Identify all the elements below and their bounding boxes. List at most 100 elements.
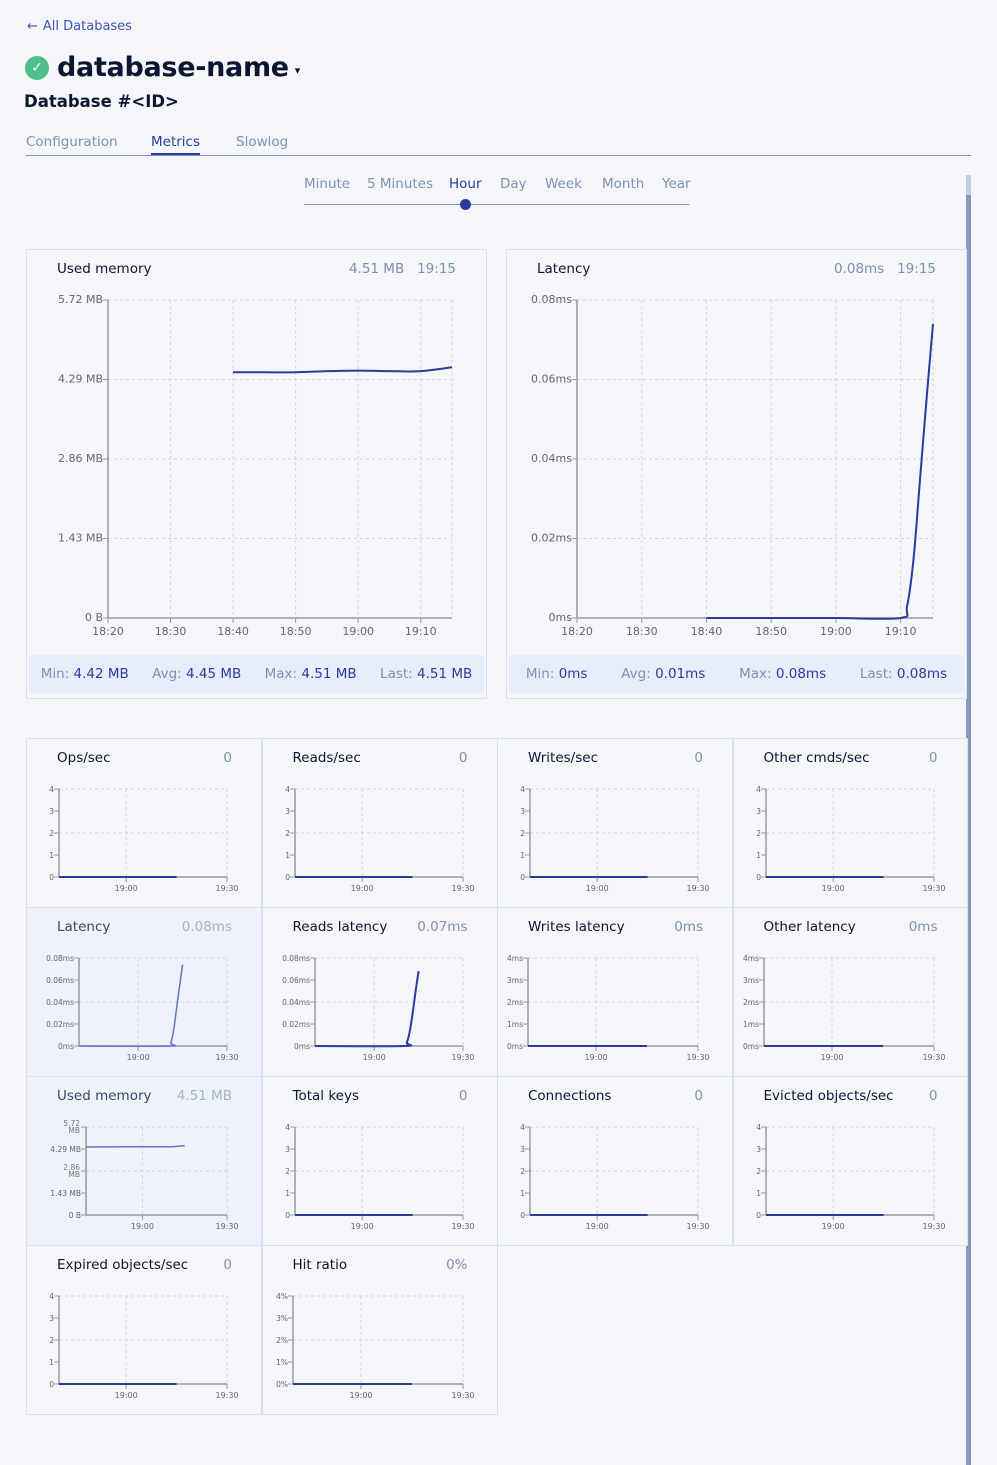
database-title-row: ✓ database-name ▾ <box>25 52 300 83</box>
metric-card-value: 0 <box>458 1088 468 1104</box>
y-tick-label: 3 <box>520 1145 525 1154</box>
y-tick-label: 0.06ms <box>531 373 572 386</box>
y-tick-label: 1 <box>285 851 290 860</box>
y-tick-label: 1.43 MB <box>50 1189 81 1198</box>
metric-card: Writes latency 0ms 0ms 1ms 2ms 3ms 4ms 19:00 19:… <box>497 907 733 1077</box>
range-option-year[interactable]: Year <box>662 176 691 192</box>
metric-card: Evicted objects/sec 0 0 1 2 3 4 19:00 19:30 <box>732 1076 968 1246</box>
x-tick-label: 19:00 <box>820 1053 843 1062</box>
y-tick-label: 0 <box>520 1211 525 1220</box>
y-tick-label: 2 <box>756 1167 761 1176</box>
range-option-week[interactable]: Week <box>545 176 582 192</box>
back-to-all-databases-link[interactable]: ← All Databases <box>27 19 132 34</box>
y-tick-label: 1 <box>756 851 761 860</box>
x-tick-label: 19:30 <box>215 1053 238 1062</box>
y-tick-label: 0.02ms <box>531 532 572 545</box>
y-tick-label: 3 <box>285 1145 290 1154</box>
range-track[interactable] <box>304 204 689 205</box>
metric-chart: 0% 1% 2% 3% 4% 19:00 19:30 <box>276 1292 474 1400</box>
y-tick-label: 4ms <box>743 954 759 963</box>
y-tick-label: 4 <box>756 785 761 794</box>
series-line <box>78 964 184 1047</box>
latency-chart: 0ms 0.02ms 0.04ms 0.06ms 0.08ms 18:20 18:30 18:… <box>531 293 934 638</box>
x-tick-label: 18:30 <box>155 625 187 638</box>
metric-card: Expired objects/sec 0 0 1 2 3 4 19:00 19:30 <box>26 1245 262 1415</box>
used-memory-chart: 0 B 1.43 MB 2.86 MB 4.29 MB 5.72 MB 18:20 18:3… <box>58 293 453 638</box>
x-tick-label: 19:00 <box>115 1391 138 1400</box>
x-tick-label: 19:00 <box>362 1053 385 1062</box>
range-option-hour[interactable]: Hour <box>449 176 482 192</box>
x-tick-label: 18:50 <box>280 625 312 638</box>
x-tick-label: 19:00 <box>586 884 609 893</box>
x-tick-label: 19:30 <box>451 1391 474 1400</box>
metric-card-value: 0.08ms <box>181 919 232 935</box>
y-tick-label: 0.06ms <box>46 976 74 985</box>
range-option-month[interactable]: Month <box>602 176 644 192</box>
metric-card-title: Reads/sec <box>292 750 361 766</box>
stat-max: Max: 4.51 MB <box>264 666 357 682</box>
y-tick-label: 4 <box>520 785 525 794</box>
y-tick-label: 4 <box>49 785 54 794</box>
y-tick-label: 0ms <box>507 1042 523 1051</box>
metric-card-title: Hit ratio <box>292 1257 348 1273</box>
x-tick-label: 18:20 <box>92 625 124 638</box>
database-id: Database #<ID> <box>24 92 179 111</box>
y-tick-label: 0ms <box>294 1042 310 1051</box>
y-tick-label: 4 <box>756 1123 761 1132</box>
metric-card-title: Used memory <box>57 1088 152 1104</box>
y-tick-label: 4 <box>285 1123 290 1132</box>
x-tick-label: 19:00 <box>350 884 373 893</box>
y-tick-label: 2ms <box>507 998 523 1007</box>
y-tick-label: 1 <box>520 851 525 860</box>
y-tick-label: 0.04ms <box>531 452 572 465</box>
tab-slowlog[interactable]: Slowlog <box>236 134 288 153</box>
chevron-down-icon[interactable]: ▾ <box>295 64 301 77</box>
metric-card-title: Total keys <box>292 1088 360 1104</box>
y-tick-label: 4.29 MB <box>58 373 103 386</box>
metric-chart: 0ms 1ms 2ms 3ms 4ms 19:00 19:30 <box>743 954 946 1062</box>
latency-chart-card: Latency 0.08ms 19:15 0ms 0.02ms 0.04ms 0.06… <box>506 249 967 699</box>
y-tick-label: 2 <box>520 829 525 838</box>
y-tick-label: 2 <box>520 1167 525 1176</box>
tab-metrics[interactable]: Metrics <box>151 134 201 155</box>
stat-max: Max: 0.08ms <box>739 666 827 682</box>
y-tick-label: 0ms <box>743 1042 759 1051</box>
y-tick-label: 0.08ms <box>282 954 310 963</box>
metric-chart: 0 1 2 3 4 19:00 19:30 <box>520 1123 709 1231</box>
y-tick-label: 0 <box>285 873 290 882</box>
range-knob[interactable] <box>460 199 471 210</box>
x-tick-label: 19:30 <box>922 884 945 893</box>
y-tick-label: 0 <box>285 1211 290 1220</box>
range-option-minute[interactable]: Minute <box>304 176 350 192</box>
x-tick-label: 19:00 <box>584 1053 607 1062</box>
metric-card-value: 0 <box>458 750 468 766</box>
y-tick-label: 0ms <box>58 1042 74 1051</box>
stat-avg: Avg: 0.01ms <box>621 666 706 682</box>
y-tick-label: 2% <box>276 1336 288 1345</box>
chart-stats-bar: Min: 0ms Avg: 0.01ms Max: 0.08ms Last: 0… <box>509 655 964 693</box>
stat-min: Min: 4.42 MB <box>40 666 129 682</box>
x-tick-label: 18:50 <box>755 625 787 638</box>
metric-card-value: 0ms <box>674 919 703 935</box>
y-tick-label: 0 B <box>85 611 103 624</box>
metric-card: Ops/sec 0 0 1 2 3 4 19:00 19:30 <box>26 738 262 908</box>
metric-chart: 0 B1.43 MB2.86MB4.29 MB5.72MB19:00 19:30 <box>50 1119 238 1231</box>
y-tick-label: 0.02ms <box>282 1020 310 1029</box>
range-option-day[interactable]: Day <box>500 176 527 192</box>
metric-chart: 0ms 1ms 2ms 3ms 4ms 19:00 19:30 <box>507 954 710 1062</box>
stat-last: Last: 4.51 MB <box>380 666 473 682</box>
y-tick-label: MB <box>68 1126 80 1135</box>
time-range-slider[interactable]: Minute 5 Minutes Hour Day Week Month Yea… <box>304 176 691 210</box>
tab-configuration[interactable]: Configuration <box>26 134 118 153</box>
x-tick-label: 19:30 <box>922 1222 945 1231</box>
metric-card-value: 0 <box>928 750 938 766</box>
x-tick-label: 19:00 <box>342 625 374 638</box>
y-tick-label: 0 B <box>69 1211 81 1220</box>
x-tick-label: 19:00 <box>586 1222 609 1231</box>
x-tick-label: 19:00 <box>821 884 844 893</box>
x-tick-label: 19:00 <box>115 884 138 893</box>
metric-card: Latency 0.08ms 0ms 0.02ms 0.04ms 0.06ms 0.08ms… <box>26 907 262 1077</box>
y-tick-label: 2 <box>285 1167 290 1176</box>
x-tick-label: 19:00 <box>127 1053 150 1062</box>
range-option-5-minutes[interactable]: 5 Minutes <box>367 176 433 192</box>
